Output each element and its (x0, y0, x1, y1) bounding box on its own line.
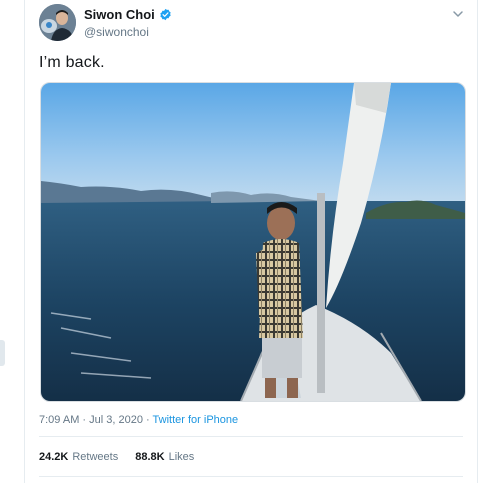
display-name[interactable]: Siwon Choi (84, 7, 155, 22)
retweets-label: Retweets (72, 451, 119, 463)
tweet-photo[interactable] (40, 82, 466, 402)
divider (39, 476, 463, 477)
retweets-count: 24.2K (39, 451, 69, 463)
tweet-stats: 24.2K Retweets 88.8K Likes (39, 451, 194, 463)
author-handle[interactable]: @siwonchoi (84, 25, 149, 39)
tweet-card: Siwon Choi @siwonchoi I’m back. 7:09 AM … (24, 0, 478, 483)
chevron-down-icon[interactable] (452, 8, 464, 20)
meta-separator: · (142, 414, 153, 426)
likes-count: 88.8K (135, 451, 165, 463)
tweet-meta: 7:09 AM · Jul 3, 2020 · Twitter for iPho… (39, 414, 238, 426)
verified-badge-icon (160, 8, 171, 21)
author-name-row[interactable]: Siwon Choi (84, 7, 172, 22)
tweet-source-link[interactable]: Twitter for iPhone (153, 414, 239, 426)
tweet-timestamp[interactable]: 7:09 AM · Jul 3, 2020 (39, 414, 143, 426)
likes-stat[interactable]: 88.8K Likes (135, 451, 194, 463)
divider (39, 436, 463, 437)
likes-label: Likes (168, 451, 195, 463)
left-panel-edge (0, 340, 5, 366)
tweet-text: I’m back. (39, 54, 105, 71)
avatar[interactable] (39, 4, 76, 41)
retweets-stat[interactable]: 24.2K Retweets (39, 451, 118, 463)
